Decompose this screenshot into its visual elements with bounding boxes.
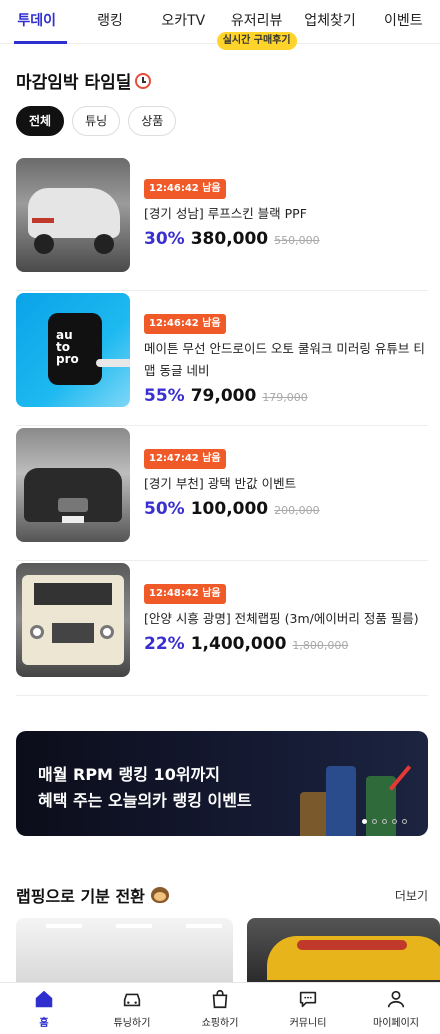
deadline-section-title: 마감임박 타임딜 (16, 68, 152, 93)
bottom-nav-community[interactable]: 커뮤니티 (264, 983, 352, 1034)
wrapping-card-list (16, 918, 440, 982)
deal-thumbnail (16, 158, 130, 272)
bottom-nav-shopping[interactable]: 쇼핑하기 (176, 983, 264, 1034)
chip-tuning[interactable]: 튜닝 (72, 106, 121, 136)
category-chips: 전체 튜닝 상품 (16, 106, 177, 136)
pagination-dot[interactable] (402, 819, 407, 824)
deal-original-price: 200,000 (274, 504, 320, 517)
deal-price: 100,000 (190, 499, 269, 519)
deal-timer: 12:47:42 남음 (144, 449, 226, 469)
top-nav: 투데이 랭킹 오카TV 유저리뷰 실시간 구매후기 업체찾기 이벤트 (0, 0, 440, 50)
bottom-nav-label: 커뮤니티 (289, 1018, 327, 1029)
bottom-nav-home[interactable]: 홈 (0, 983, 88, 1034)
wrapping-card[interactable] (247, 918, 440, 982)
section-title-text: 랩핑으로 기분 전환 (16, 887, 145, 906)
pagination-dot[interactable] (382, 819, 387, 824)
shopping-bag-icon (212, 989, 228, 1009)
chat-bubble-icon (299, 991, 317, 1008)
deal-thumbnail (16, 563, 130, 677)
monkey-face-icon (150, 887, 169, 903)
deal-discount: 55% (144, 386, 185, 406)
tab-label: 이벤트 (383, 13, 423, 29)
deal-list: 12:46:42 남음 [경기 성남] 루프스킨 블랙 PPF 30% 380,… (16, 156, 428, 696)
wrapping-card[interactable] (16, 918, 233, 982)
deal-discount: 50% (144, 499, 185, 519)
deal-timer: 12:48:42 남음 (144, 584, 226, 604)
tab-label: 오카TV (161, 13, 206, 29)
deal-price: 1,400,000 (190, 634, 287, 654)
tab-oka-tv[interactable]: 오카TV (147, 0, 220, 43)
tab-ranking[interactable]: 랭킹 (73, 0, 146, 43)
deal-item[interactable]: 12:47:42 남음 [경기 부천] 광택 반값 이벤트 50% 100,00… (16, 426, 428, 561)
chip-all[interactable]: 전체 (16, 106, 65, 136)
deal-name: [경기 성남] 루프스킨 블랙 PPF (144, 206, 307, 221)
section-title-text: 마감임박 타임딜 (16, 73, 132, 93)
deal-discount: 22% (144, 634, 185, 654)
deal-price: 79,000 (190, 386, 257, 406)
pagination-dot[interactable] (362, 819, 367, 824)
bottom-nav-label: 튜닝하기 (113, 1018, 151, 1029)
more-link[interactable]: 더보기 (395, 887, 428, 904)
pagination-dot[interactable] (372, 819, 377, 824)
pagination-dot[interactable] (392, 819, 397, 824)
tab-find-shop[interactable]: 업체찾기 (293, 0, 366, 43)
wrapping-section-title: 랩핑으로 기분 전환 (16, 883, 169, 907)
deal-item[interactable]: 12:46:42 남음 [경기 성남] 루프스킨 블랙 PPF 30% 380,… (16, 156, 428, 291)
deal-original-price: 179,000 (262, 391, 308, 404)
deal-name: 메이튼 무선 안드로이드 오토 쿨워크 미러링 유튜브 티맵 동글 네비 (144, 341, 425, 378)
banner-pagination (362, 819, 407, 824)
alarm-clock-icon (135, 72, 152, 89)
deal-timer: 12:46:42 남음 (144, 314, 226, 334)
bottom-nav: 홈 튜닝하기 쇼핑하기 커뮤니티 마이페이지 (0, 982, 440, 1034)
deal-original-price: 550,000 (274, 234, 320, 247)
tab-label: 유저리뷰 (230, 13, 283, 29)
bottom-nav-tuning[interactable]: 튜닝하기 (88, 983, 176, 1034)
deal-thumbnail: au to pro (16, 293, 130, 407)
deal-name: [안양 시흥 광명] 전체랩핑 (3m/에이버리 정품 필름) (144, 611, 419, 626)
deal-item[interactable]: au to pro 12:46:42 남음 메이튼 무선 안드로이드 오토 쿨워크 … (16, 291, 428, 426)
tab-user-review[interactable]: 유저리뷰 실시간 구매후기 (216, 0, 297, 50)
bottom-nav-mypage[interactable]: 마이페이지 (352, 983, 440, 1034)
bottom-nav-label: 마이페이지 (373, 1018, 419, 1029)
wrapping-section-header: 랩핑으로 기분 전환 더보기 (16, 883, 428, 907)
deal-original-price: 1,800,000 (292, 639, 349, 652)
tab-today[interactable]: 투데이 (0, 0, 73, 44)
bottom-nav-label: 쇼핑하기 (201, 1018, 239, 1029)
ranking-event-banner[interactable]: 매월 RPM 랭킹 10위까지 혜택 주는 오늘의카 랭킹 이벤트 (16, 731, 428, 836)
chip-product[interactable]: 상품 (128, 106, 177, 136)
tab-label: 투데이 (17, 13, 56, 29)
banner-line2: 혜택 주는 오늘의카 랭킹 이벤트 (38, 791, 252, 810)
deal-thumbnail (16, 428, 130, 542)
deal-name: [경기 부천] 광택 반값 이벤트 (144, 476, 297, 491)
deal-price: 380,000 (190, 229, 269, 249)
live-review-badge: 실시간 구매후기 (216, 32, 297, 50)
bottom-nav-label: 홈 (39, 1018, 49, 1029)
tab-event[interactable]: 이벤트 (367, 0, 440, 43)
user-icon (387, 990, 405, 1008)
car-icon (123, 993, 141, 1007)
banner-line1: 매월 RPM 랭킹 10위까지 (38, 765, 220, 784)
deal-discount: 30% (144, 229, 185, 249)
podium-graphic (326, 766, 356, 836)
deal-timer: 12:46:42 남음 (144, 179, 226, 199)
tab-label: 업체찾기 (304, 13, 356, 29)
tab-label: 랭킹 (97, 13, 123, 29)
deal-item[interactable]: 12:48:42 남음 [안양 시흥 광명] 전체랩핑 (3m/에이버리 정품 … (16, 561, 428, 696)
home-icon (35, 990, 53, 1008)
